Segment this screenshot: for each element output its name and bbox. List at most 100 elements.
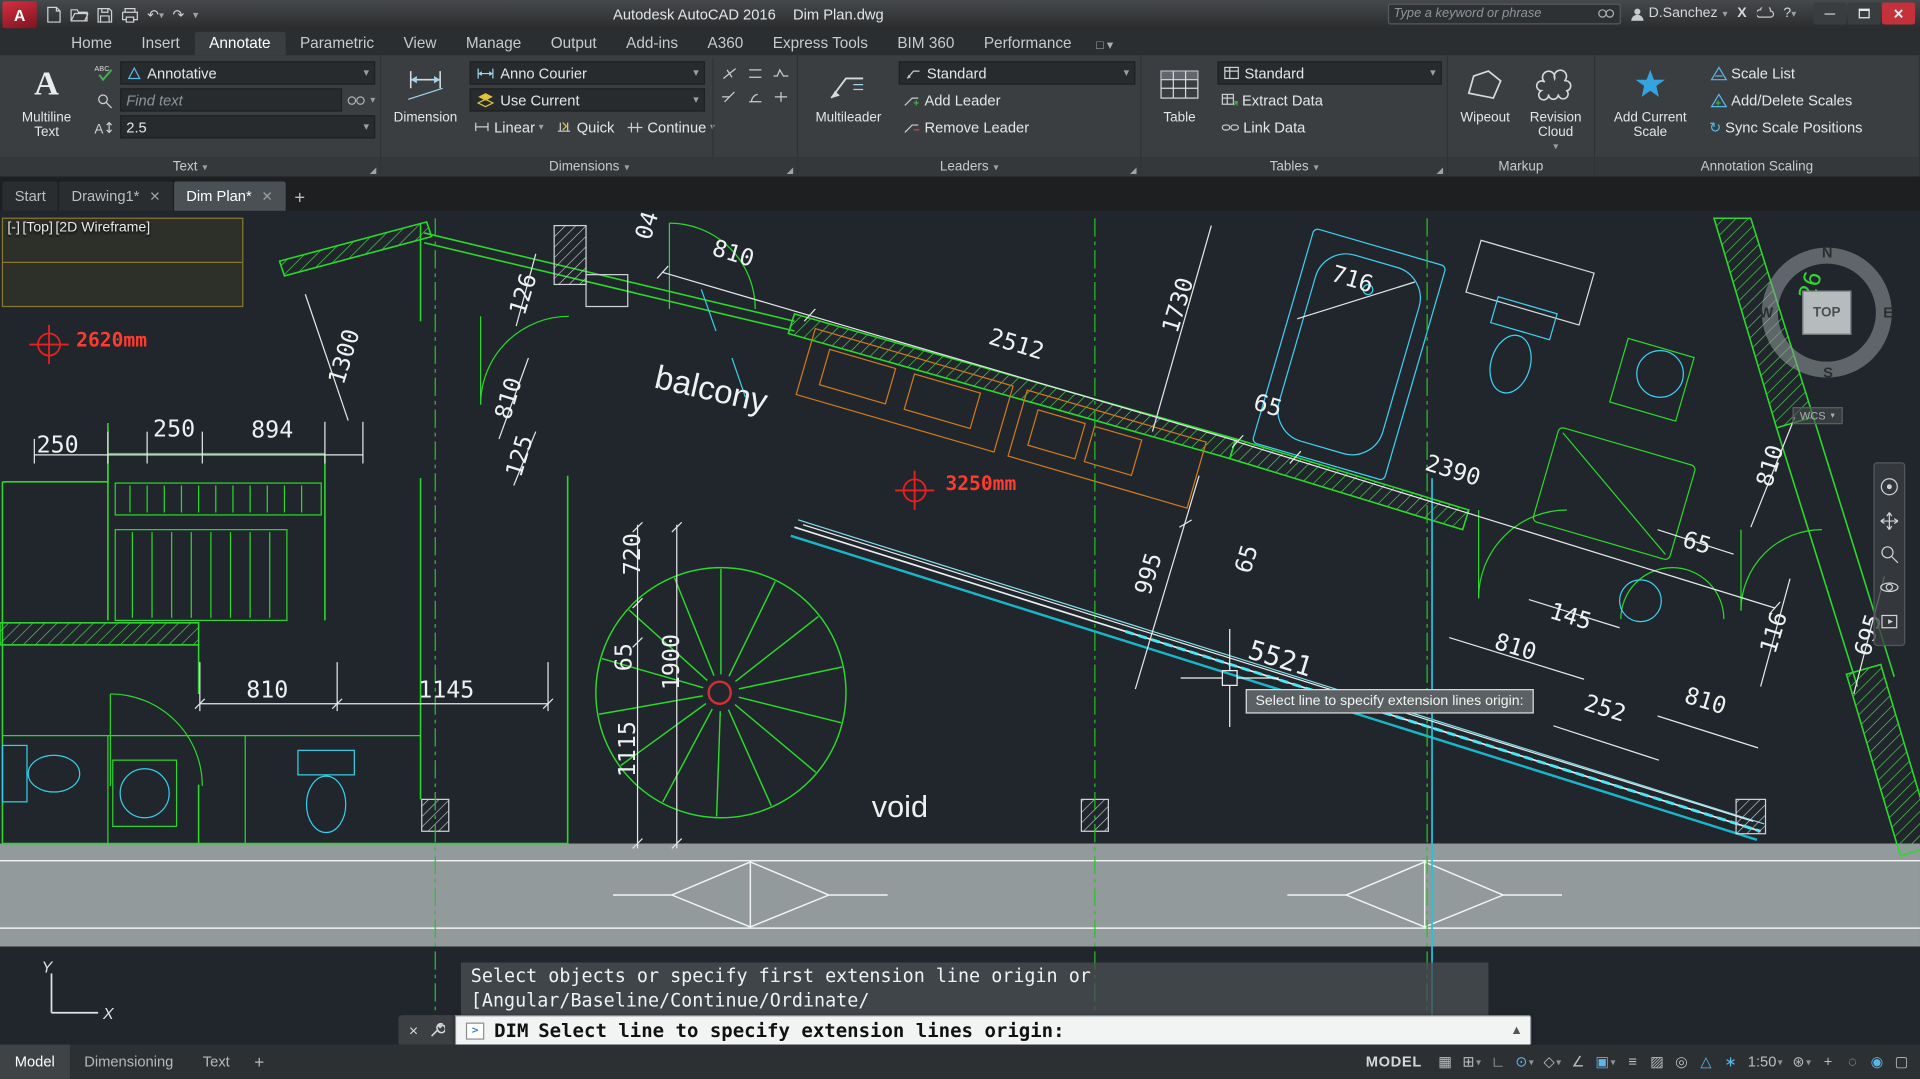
find-options-icon[interactable]: ▾ xyxy=(370,94,375,105)
isometric-drafting-icon[interactable]: ◇▾ xyxy=(1540,1049,1565,1074)
tab-annotate[interactable]: Annotate xyxy=(194,32,285,55)
file-tab-dim-plan[interactable]: Dim Plan*✕ xyxy=(174,181,285,210)
dim-space-button[interactable] xyxy=(744,64,766,84)
add-leader-button[interactable]: + Add Leader xyxy=(899,88,1005,111)
wipeout-button[interactable]: Wipeout xyxy=(1455,59,1515,157)
help-button[interactable]: ?▾ xyxy=(1783,6,1796,21)
minimize-button[interactable]: ─ xyxy=(1813,2,1846,24)
layout-tab-dimensioning[interactable]: Dimensioning xyxy=(70,1045,189,1079)
object-snap-icon[interactable]: ▣▾ xyxy=(1592,1049,1619,1074)
linear-dimension-button[interactable]: Linear▾ xyxy=(470,115,548,138)
multileader-button[interactable]: Multileader xyxy=(806,59,892,157)
sync-scale-positions-button[interactable]: ↻ Sync Scale Positions xyxy=(1705,115,1866,138)
tab-addins[interactable]: Add-ins xyxy=(611,32,692,55)
section-band[interactable] xyxy=(0,844,1920,947)
tab-bim360[interactable]: BIM 360 xyxy=(883,32,970,55)
tab-output[interactable]: Output xyxy=(536,32,611,55)
tab-insert[interactable]: Insert xyxy=(127,32,195,55)
model-space-indicator[interactable]: MODEL xyxy=(1356,1053,1432,1070)
snap-mode-icon[interactable]: ⊞▾ xyxy=(1459,1049,1485,1074)
signin-user[interactable]: D.Sanchez ▾ xyxy=(1630,6,1727,21)
close-button[interactable]: × xyxy=(1882,2,1915,24)
center-markers[interactable] xyxy=(29,325,934,510)
panel-dialog-launcher-icon[interactable]: ◢ xyxy=(787,166,794,176)
viewport-visual-style-control[interactable]: [2D Wireframe] xyxy=(55,221,150,236)
link-data-button[interactable]: Link Data xyxy=(1217,115,1309,138)
dimension-layer-combo[interactable]: Use Current▾ xyxy=(470,88,705,111)
transparency-icon[interactable]: ▨ xyxy=(1646,1049,1668,1074)
exchange-apps-icon[interactable]: X xyxy=(1737,6,1746,21)
compass-north[interactable]: N xyxy=(1822,244,1833,261)
new-file-icon[interactable] xyxy=(47,6,62,23)
workspace-switching-icon[interactable]: ⊛▾ xyxy=(1789,1049,1815,1074)
viewport-minimize-control[interactable]: [-] xyxy=(7,221,20,236)
add-delete-scales-button[interactable]: + Add/Delete Scales xyxy=(1705,88,1855,111)
toilet[interactable] xyxy=(1473,297,1557,401)
search-input[interactable] xyxy=(1394,6,1598,21)
viewcube-top-face[interactable]: TOP xyxy=(1802,291,1851,335)
dimension-button[interactable]: Dimension xyxy=(389,59,463,157)
save-icon[interactable] xyxy=(97,7,113,23)
text-style-combo[interactable]: Annotative ▾ xyxy=(120,61,375,84)
vanity[interactable] xyxy=(1466,240,1594,325)
panel-dialog-launcher-icon[interactable]: ◢ xyxy=(1436,166,1443,176)
qat-menu-icon[interactable]: ▾ xyxy=(193,8,199,21)
dimension-style-combo[interactable]: Anno Courier▾ xyxy=(470,61,705,84)
wardrobe[interactable] xyxy=(115,483,321,620)
panel-title-leaders[interactable]: Leaders▾ ◢ xyxy=(798,157,1140,177)
dimension-lines[interactable] xyxy=(34,226,1884,849)
tab-parametric[interactable]: Parametric xyxy=(285,32,389,55)
autocad-logo-icon[interactable]: A xyxy=(2,1,36,28)
table-style-combo[interactable]: Standard▾ xyxy=(1217,61,1441,84)
top-wall-stubs[interactable] xyxy=(554,226,628,307)
panel-title-text[interactable]: Text▾ ◢ xyxy=(0,157,380,177)
close-tab-icon[interactable]: ✕ xyxy=(149,188,160,204)
ribbon-display-toggle[interactable]: □ ▾ xyxy=(1096,39,1113,52)
balustrade[interactable] xyxy=(791,520,1764,840)
search-binoculars-icon[interactable] xyxy=(1597,7,1614,19)
compass-south[interactable]: S xyxy=(1823,364,1833,381)
extract-data-button[interactable]: Extract Data xyxy=(1217,88,1326,111)
viewcube[interactable]: N W E S TOP xyxy=(1762,248,1892,378)
sink[interactable] xyxy=(1610,338,1694,421)
close-tab-icon[interactable]: ✕ xyxy=(261,188,272,204)
quick-dimension-button[interactable]: Quick xyxy=(552,115,618,138)
compass-west[interactable]: W xyxy=(1759,304,1773,321)
dim-jog-line-button[interactable] xyxy=(770,64,792,84)
file-tab-start[interactable]: Start xyxy=(2,181,58,210)
layout-tab-model[interactable]: Model xyxy=(0,1045,70,1079)
undo-button[interactable]: ↶▾ xyxy=(147,6,164,23)
new-drawing-tab-button[interactable]: + xyxy=(286,184,313,211)
lineweight-icon[interactable]: ≡ xyxy=(1622,1049,1644,1074)
bathroom-left[interactable] xyxy=(2,736,420,844)
new-layout-button[interactable]: + xyxy=(244,1045,274,1079)
cad-canvas[interactable] xyxy=(0,211,1920,1045)
command-input[interactable]: > DIM Select line to specify extension l… xyxy=(455,1015,1531,1044)
pan-icon[interactable] xyxy=(1880,511,1900,531)
multiline-text-button[interactable]: A Multiline Text xyxy=(7,59,85,157)
file-tab-drawing1[interactable]: Drawing1*✕ xyxy=(59,181,173,210)
find-text-input[interactable] xyxy=(120,88,342,111)
spell-check-icon[interactable]: ABC xyxy=(93,64,115,82)
maximize-button[interactable] xyxy=(1848,2,1881,24)
close-command-icon[interactable]: × xyxy=(409,1021,418,1039)
bathtub[interactable] xyxy=(1252,228,1446,481)
table-button[interactable]: Table xyxy=(1149,59,1210,157)
graphics-performance-icon[interactable]: ◉ xyxy=(1866,1049,1888,1074)
spiral-staircase[interactable] xyxy=(596,568,846,818)
wcs-selector[interactable]: WCS▾ xyxy=(1792,407,1842,424)
autoscale-icon[interactable]: ∗ xyxy=(1720,1049,1742,1074)
layout-tab-text[interactable]: Text xyxy=(188,1045,244,1079)
compass-east[interactable]: E xyxy=(1883,304,1893,321)
annotation-monitor-icon[interactable]: + xyxy=(1817,1049,1839,1074)
scale-list-button[interactable]: Scale List xyxy=(1705,61,1798,84)
customize-command-icon[interactable] xyxy=(429,1023,445,1039)
drawing-area[interactable]: 8102512173071613001268101250425025089465… xyxy=(0,211,1920,1045)
plot-icon[interactable] xyxy=(121,7,138,23)
dim-inspect-button[interactable] xyxy=(770,87,792,107)
panel-title-markup[interactable]: Markup xyxy=(1448,157,1594,177)
panel-title-annotation-scaling[interactable]: Annotation Scaling xyxy=(1595,157,1919,177)
clean-screen-icon[interactable]: ▢ xyxy=(1891,1049,1913,1074)
viewport-view-control[interactable]: [Top] xyxy=(22,221,53,236)
panel-title-dimensions[interactable]: Dimensions▾ ◢ xyxy=(381,157,797,177)
